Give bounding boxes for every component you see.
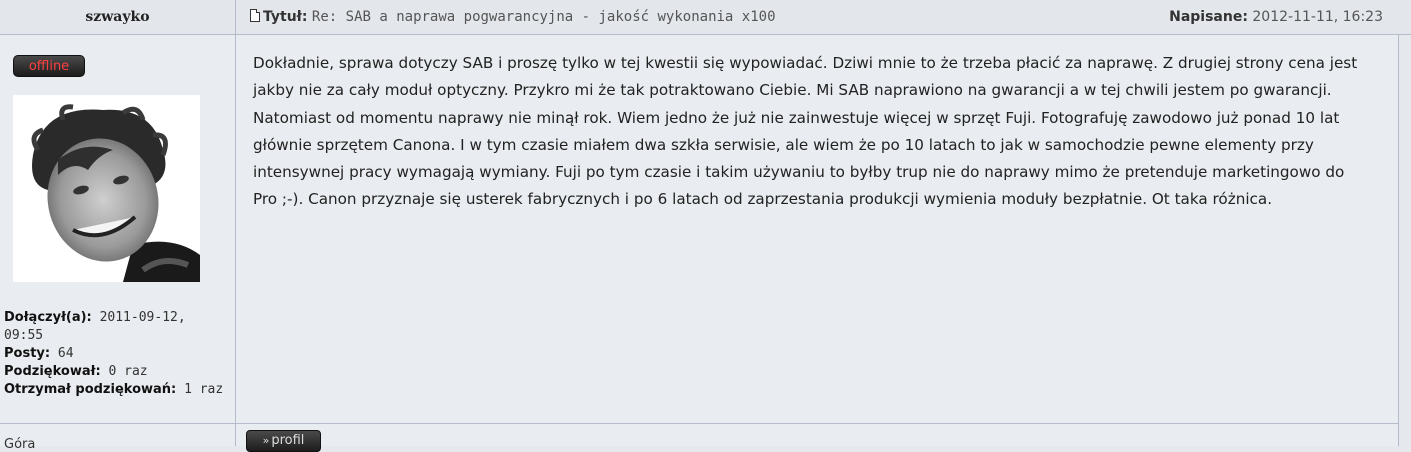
joined-row: Dołączył(a): 2011-09-12, 09:55 — [4, 309, 229, 345]
post-author[interactable]: szwayko — [0, 0, 235, 34]
thanked-label: Podziękował: — [4, 364, 101, 379]
thanked-row: Podziękował: 0 raz — [4, 363, 229, 381]
posts-label: Posty: — [4, 346, 51, 361]
avatar-photo — [13, 95, 200, 282]
double-chevron-icon: » — [262, 434, 270, 447]
column-divider — [235, 0, 236, 446]
posts-value: 64 — [57, 346, 74, 361]
profile-info: Dołączył(a): 2011-09-12, 09:55 Posty: 64… — [4, 309, 229, 399]
post-date-bar: Napisane: 2012-11-11, 16:23 — [1169, 0, 1383, 34]
row-divider — [0, 423, 1399, 424]
received-label: Otrzymał podziękowań: — [4, 382, 177, 397]
post-title-bar: Tytuł: Re: SAB a naprawa pogwarancyjna -… — [250, 0, 776, 34]
document-icon — [250, 9, 260, 22]
post-date: 2012-11-11, 16:23 — [1252, 9, 1383, 25]
profile-button[interactable]: » profil — [246, 430, 321, 452]
table-right-border — [1398, 34, 1399, 446]
avatar — [13, 95, 200, 282]
post-footer — [0, 424, 1399, 446]
thanked-value: 0 raz — [108, 364, 148, 379]
status-badge: offline — [13, 55, 85, 77]
received-row: Otrzymał podziękowań: 1 raz — [4, 381, 229, 399]
post-title[interactable]: Re: SAB a naprawa pogwarancyjna - jakość… — [312, 9, 776, 25]
posts-row: Posty: 64 — [4, 345, 229, 363]
post-body: Dokładnie, sprawa dotyczy SAB i proszę t… — [253, 54, 1358, 209]
back-to-top-link[interactable]: Góra — [4, 437, 35, 452]
title-label: Tytuł: — [263, 9, 308, 25]
received-value: 1 raz — [184, 382, 224, 397]
date-label: Napisane: — [1169, 9, 1248, 25]
joined-label: Dołączył(a): — [4, 310, 92, 325]
